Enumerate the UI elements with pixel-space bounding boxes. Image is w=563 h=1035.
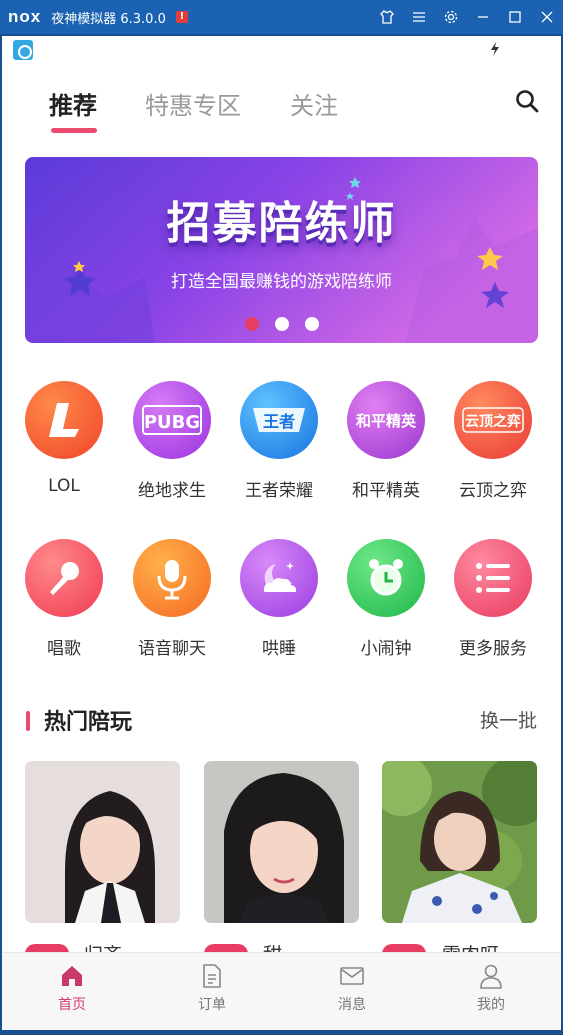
banner-title: 招募陪练师 <box>166 198 397 249</box>
voice-mic-icon <box>133 539 211 617</box>
pubg-logo-icon: PUBG <box>133 381 211 459</box>
emulator-logo: nox <box>8 7 42 26</box>
nav-orders[interactable]: 订单 <box>172 963 252 1014</box>
category-label: 和平精英 <box>352 481 420 501</box>
moon-cloud-icon <box>240 539 318 617</box>
category-label: 语音聊天 <box>138 639 206 659</box>
category-label: 王者荣耀 <box>245 481 313 501</box>
tab-following[interactable]: 关注 <box>290 86 338 121</box>
lol-logo-icon <box>25 381 103 459</box>
emulator-title: 夜神模拟器 6.3.0.0 <box>51 11 166 27</box>
svg-text:PUBG: PUBG <box>144 412 200 433</box>
companion-photo <box>204 761 359 923</box>
category-singing[interactable]: 唱歌 <box>14 539 114 669</box>
banner-subtitle: 打造全国最赚钱的游戏陪练师 <box>171 272 392 292</box>
bottom-navigation: 首页 订单 消息 我的 <box>2 952 561 1030</box>
banner-dot-1[interactable] <box>245 317 259 331</box>
section-title: 热门陪玩 <box>44 710 133 735</box>
category-label: LOL <box>48 476 80 496</box>
skin-icon[interactable] <box>371 0 403 34</box>
minimize-icon[interactable] <box>467 0 499 34</box>
promo-banner[interactable]: 招募陪练师 打造全国最赚钱的游戏陪练师 <box>25 157 538 343</box>
nav-home[interactable]: 首页 <box>32 963 112 1014</box>
message-envelope-icon <box>340 967 364 985</box>
category-wangzhe[interactable]: 王者 王者荣耀 <box>229 381 329 511</box>
yunding-logo-icon: 云顶之弈 <box>454 381 532 459</box>
companion-card-1[interactable] <box>25 761 180 923</box>
emulator-title-bar: nox 夜神模拟器 6.3.0.0 ! <box>0 0 563 34</box>
nav-label: 消息 <box>338 997 366 1013</box>
companion-photo <box>382 761 537 923</box>
tab-recommend[interactable]: 推荐 <box>49 86 97 121</box>
microphone-icon <box>25 539 103 617</box>
refresh-button[interactable]: 换一批 <box>480 706 537 733</box>
category-alarm[interactable]: 小闹钟 <box>336 539 436 669</box>
maximize-icon[interactable] <box>499 0 531 34</box>
category-heping[interactable]: 和平精英 和平精英 <box>336 381 436 511</box>
category-sleep[interactable]: 哄睡 <box>229 539 329 669</box>
category-pubg[interactable]: PUBG 绝地求生 <box>122 381 222 511</box>
nav-profile[interactable]: 我的 <box>451 963 531 1014</box>
settings-gear-icon[interactable] <box>435 0 467 34</box>
alarm-clock-icon <box>347 539 425 617</box>
nav-label: 我的 <box>477 997 505 1013</box>
nav-label: 订单 <box>198 997 226 1013</box>
companion-photo <box>25 761 180 923</box>
profile-person-icon <box>480 964 502 989</box>
banner-pagination <box>245 317 319 331</box>
menu-icon[interactable] <box>403 0 435 34</box>
nav-label: 首页 <box>58 997 86 1013</box>
tab-special-offers[interactable]: 特惠专区 <box>145 86 241 121</box>
nav-messages[interactable]: 消息 <box>312 963 392 1014</box>
phone-screen: 推荐 特惠专区 关注 招募陪练师 打造全国最赚钱的游戏陪练师 LOL PUBG … <box>2 36 561 1030</box>
category-label: 唱歌 <box>47 639 81 659</box>
svg-text:和平精英: 和平精英 <box>356 412 417 430</box>
category-more-services[interactable]: 更多服务 <box>443 539 543 669</box>
category-label: 小闹钟 <box>360 639 412 659</box>
home-icon <box>62 966 82 986</box>
app-notification-icon <box>13 40 33 60</box>
category-label: 云顶之弈 <box>459 481 527 501</box>
search-icon[interactable] <box>514 88 540 114</box>
heping-logo-icon: 和平精英 <box>347 381 425 459</box>
section-accent-bar <box>26 711 30 731</box>
emulator-alert-badge[interactable]: ! <box>175 11 188 23</box>
category-label: 绝地求生 <box>138 481 206 501</box>
category-yunding[interactable]: 云顶之弈 云顶之弈 <box>443 381 543 511</box>
wangzhe-logo-icon: 王者 <box>240 381 318 459</box>
category-voice-chat[interactable]: 语音聊天 <box>122 539 222 669</box>
charging-bolt-icon <box>491 42 499 56</box>
order-document-icon <box>203 964 221 988</box>
companion-card-2[interactable] <box>204 761 359 923</box>
category-label: 更多服务 <box>459 639 527 659</box>
hot-companions-header: 热门陪玩 换一批 <box>2 702 561 742</box>
svg-text:云顶之弈: 云顶之弈 <box>465 413 521 430</box>
status-bar <box>2 36 561 64</box>
banner-dot-2[interactable] <box>275 317 289 331</box>
category-lol[interactable]: LOL <box>14 381 114 511</box>
category-label: 哄睡 <box>262 639 296 659</box>
active-tab-indicator <box>51 128 97 133</box>
close-icon[interactable] <box>531 0 563 34</box>
list-icon <box>454 539 532 617</box>
svg-text:王者: 王者 <box>263 412 295 431</box>
companion-card-3[interactable] <box>382 761 537 923</box>
banner-dot-3[interactable] <box>305 317 319 331</box>
